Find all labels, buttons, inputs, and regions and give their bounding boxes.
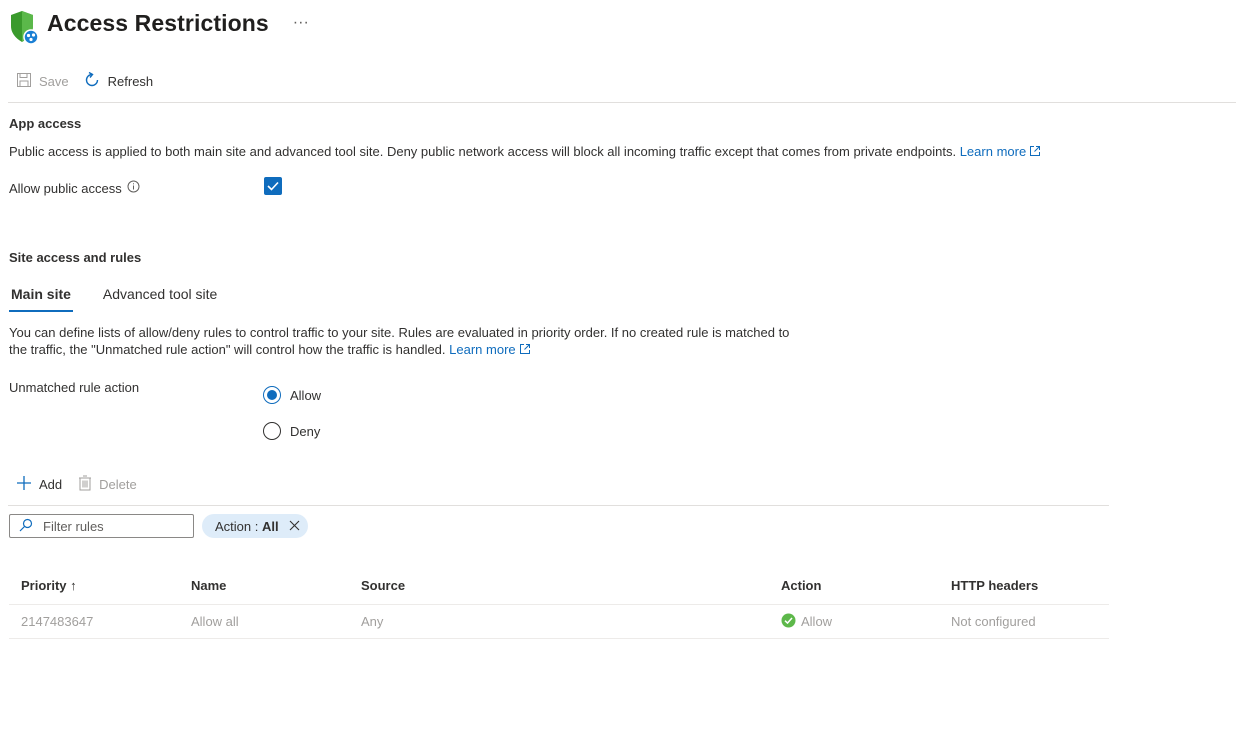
save-button[interactable]: Save bbox=[16, 72, 69, 91]
rules-learn-more-link[interactable]: Learn more bbox=[449, 342, 530, 357]
checkmark-icon bbox=[267, 181, 279, 191]
rules-command-bar: Add Delete bbox=[16, 475, 137, 494]
column-header-priority[interactable]: Priority ↑ bbox=[9, 578, 179, 593]
save-label: Save bbox=[39, 74, 69, 89]
app-access-heading: App access bbox=[9, 116, 82, 131]
refresh-icon bbox=[83, 71, 101, 92]
info-icon[interactable] bbox=[127, 180, 140, 197]
access-restrictions-page: Access Restrictions ··· Save Refresh App… bbox=[0, 0, 1236, 748]
tab-main-site[interactable]: Main site bbox=[9, 284, 73, 312]
page-header: Access Restrictions ··· bbox=[8, 8, 309, 45]
search-icon bbox=[19, 518, 33, 535]
command-bar: Save Refresh bbox=[16, 71, 153, 92]
radio-allow-label: Allow bbox=[290, 387, 322, 403]
app-access-description-text: Public access is applied to both main si… bbox=[9, 144, 957, 159]
rules-learn-more-label: Learn more bbox=[449, 342, 516, 357]
site-access-heading: Site access and rules bbox=[9, 250, 142, 265]
allow-public-access-label: Allow public access bbox=[9, 181, 122, 196]
action-filter-key: Action : bbox=[215, 518, 262, 534]
rules-table: Priority ↑ Name Source Action HTTP heade… bbox=[9, 566, 1109, 639]
table-row[interactable]: 2147483647 Allow all Any Allow Not confi… bbox=[9, 605, 1109, 639]
column-header-http-headers[interactable]: HTTP headers bbox=[939, 578, 1109, 593]
learn-more-label: Learn more bbox=[959, 144, 1027, 159]
column-header-source[interactable]: Source bbox=[349, 578, 769, 593]
app-access-description: Public access is applied to both main si… bbox=[9, 143, 1041, 161]
table-header: Priority ↑ Name Source Action HTTP heade… bbox=[9, 566, 1109, 605]
plus-icon bbox=[16, 475, 32, 494]
radio-deny-label: Deny bbox=[290, 423, 321, 439]
external-link-icon bbox=[1029, 144, 1041, 161]
action-filter-value: All bbox=[261, 518, 279, 534]
action-filter-pill[interactable]: Action : All bbox=[202, 514, 308, 538]
site-access-description-line1: You can define lists of allow/deny rules… bbox=[9, 325, 790, 340]
cell-action-label: Allow bbox=[801, 614, 833, 629]
allow-public-access-row: Allow public access bbox=[9, 180, 140, 197]
site-access-description-line2: the traffic, the "Unmatched rule action"… bbox=[9, 342, 446, 357]
close-icon[interactable] bbox=[289, 519, 300, 534]
allow-public-access-checkbox[interactable] bbox=[264, 177, 282, 195]
cell-http-headers: Not configured bbox=[951, 614, 1036, 629]
radio-allow[interactable]: Allow bbox=[263, 386, 321, 404]
filter-rules-box[interactable] bbox=[9, 514, 194, 538]
trash-icon bbox=[78, 475, 92, 494]
more-options-button[interactable]: ··· bbox=[293, 14, 309, 32]
toolbar-divider bbox=[8, 102, 1236, 103]
unmatched-rule-action-label: Unmatched rule action bbox=[9, 380, 140, 395]
save-icon bbox=[16, 72, 32, 91]
add-rule-button[interactable]: Add bbox=[16, 475, 62, 494]
filter-rules-input[interactable] bbox=[43, 518, 183, 534]
column-header-action[interactable]: Action bbox=[769, 578, 939, 593]
tab-advanced-tool-site[interactable]: Advanced tool site bbox=[101, 284, 219, 312]
cell-priority: 2147483647 bbox=[21, 614, 94, 629]
success-check-icon bbox=[781, 613, 796, 631]
site-access-description: You can define lists of allow/deny rules… bbox=[9, 324, 789, 359]
cell-action: Allow bbox=[769, 613, 939, 631]
refresh-label: Refresh bbox=[107, 74, 154, 89]
learn-more-link[interactable]: Learn more bbox=[960, 144, 1041, 159]
action-filter-text: Action : All bbox=[215, 519, 279, 534]
page-title: Access Restrictions bbox=[47, 9, 269, 36]
radio-allow-button[interactable] bbox=[263, 386, 281, 404]
cell-source: Any bbox=[361, 614, 384, 629]
delete-label: Delete bbox=[99, 477, 137, 492]
refresh-button[interactable]: Refresh bbox=[83, 71, 154, 92]
add-label: Add bbox=[39, 477, 63, 492]
rules-divider bbox=[8, 505, 1109, 506]
cell-name: Allow all bbox=[191, 614, 239, 629]
shield-network-icon bbox=[8, 10, 40, 45]
radio-deny-button[interactable] bbox=[263, 422, 281, 440]
external-link-icon bbox=[519, 342, 531, 359]
site-tabs: Main site Advanced tool site bbox=[9, 284, 219, 312]
radio-deny[interactable]: Deny bbox=[263, 422, 320, 440]
delete-rule-button[interactable]: Delete bbox=[78, 475, 137, 494]
column-header-name[interactable]: Name bbox=[179, 578, 349, 593]
